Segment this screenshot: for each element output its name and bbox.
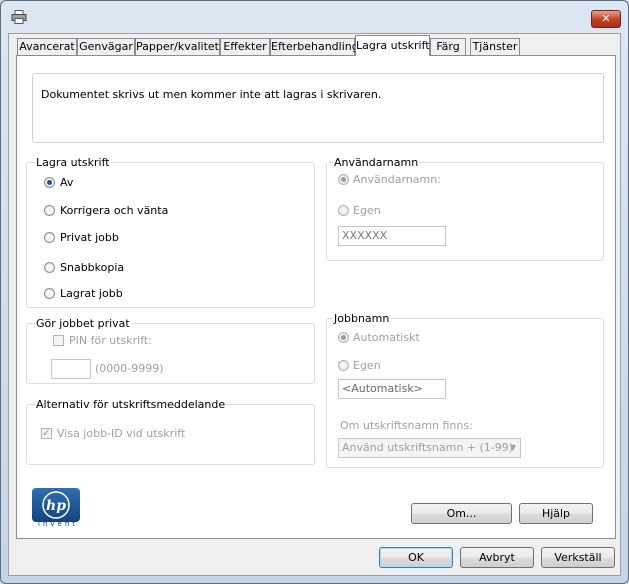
radio-jobname-auto-label: Automatiskt	[353, 331, 420, 344]
private-job-legend: Gör jobbet privat	[35, 317, 131, 330]
title-bar: ✕	[1, 1, 628, 31]
tab-genvagar[interactable]: Genvägar	[77, 38, 135, 55]
show-job-id-checkbox[interactable]: ✓	[41, 428, 52, 439]
pin-checkbox[interactable]	[53, 335, 64, 346]
help-button[interactable]: Hjälp	[519, 503, 593, 524]
job-name-legend: Jobbnamn	[333, 312, 391, 325]
cancel-button[interactable]: Avbryt	[460, 547, 534, 568]
notification-options-legend: Alternativ för utskriftsmeddelande	[35, 398, 227, 411]
apply-button[interactable]: Verkställ	[541, 547, 615, 568]
username-input[interactable]: XXXXXX	[338, 226, 446, 246]
hp-tagline: invent	[38, 520, 79, 528]
radio-privat-label[interactable]: Privat jobb	[60, 231, 119, 244]
jobname-exists-select[interactable]: Använd utskriftsnamn + (1-99) ▼	[338, 438, 521, 458]
radio-jobname-custom-label: Egen	[353, 359, 381, 372]
radio-lagrat-label[interactable]: Lagrat jobb	[60, 287, 123, 300]
hp-logo-mark: hp	[42, 491, 70, 519]
radio-jobname-custom[interactable]	[338, 360, 349, 371]
tab-papper-kvalitet[interactable]: Papper/kvalitet	[135, 38, 220, 55]
radio-privat-jobb[interactable]	[44, 232, 55, 243]
radio-av[interactable]	[44, 177, 55, 188]
pin-input[interactable]	[51, 359, 91, 379]
chevron-down-icon: ▼	[509, 443, 516, 452]
pin-label: PIN för utskrift:	[69, 334, 152, 347]
radio-korrigera-och-vanta[interactable]	[44, 205, 55, 216]
tab-effekter[interactable]: Effekter	[220, 38, 270, 55]
hp-logo: hp	[32, 488, 80, 522]
radio-korrigera-label[interactable]: Korrigera och vänta	[60, 204, 168, 217]
hp-logo-text: hp	[46, 498, 66, 514]
status-message-box: Dokumentet skrivs ut men kommer inte att…	[32, 73, 604, 143]
jobname-input[interactable]: <Automatisk>	[338, 379, 446, 399]
radio-username-default-label: Användarnamn:	[353, 173, 441, 186]
job-storage-legend: Lagra utskrift	[35, 156, 111, 169]
radio-lagrat-jobb[interactable]	[44, 288, 55, 299]
close-button[interactable]: ✕	[591, 10, 621, 28]
tab-tjanster[interactable]: Tjänster	[470, 38, 520, 55]
radio-jobname-auto[interactable]	[338, 332, 349, 343]
tab-lagra-utskrift[interactable]: Lagra utskrift	[355, 35, 430, 56]
tab-avancerat[interactable]: Avancerat	[17, 38, 77, 55]
about-button[interactable]: Om...	[411, 503, 512, 524]
radio-username-default[interactable]	[338, 174, 349, 185]
radio-snabbkopia[interactable]	[44, 262, 55, 273]
status-message: Dokumentet skrivs ut men kommer inte att…	[41, 88, 382, 101]
show-job-id-label: Visa jobb-ID vid utskrift	[57, 427, 186, 440]
username-legend: Användarnamn	[333, 156, 420, 169]
jobname-exists-label: Om utskriftsnamn finns:	[340, 419, 473, 432]
radio-username-custom[interactable]	[338, 205, 349, 216]
pin-range-hint: (0000-9999)	[95, 362, 164, 375]
radio-av-label[interactable]: Av	[60, 176, 73, 189]
radio-username-custom-label: Egen	[353, 204, 381, 217]
ok-button[interactable]: OK	[379, 547, 453, 568]
tab-efterbehandling[interactable]: Efterbehandling	[270, 38, 359, 55]
tab-farg[interactable]: Färg	[430, 38, 466, 55]
jobname-exists-value: Använd utskriftsnamn + (1-99)	[342, 441, 514, 454]
radio-snabbkopia-label[interactable]: Snabbkopia	[60, 261, 124, 274]
printer-icon	[11, 10, 27, 24]
